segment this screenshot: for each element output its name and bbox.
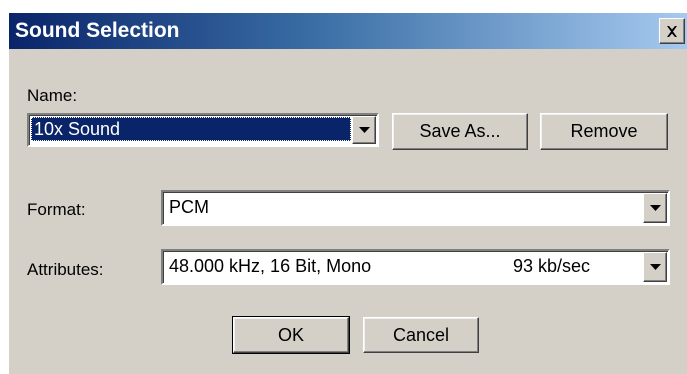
chevron-down-icon <box>649 199 661 217</box>
format-value: PCM <box>169 197 209 217</box>
attributes-label: Attributes: <box>27 260 104 279</box>
format-combobox[interactable]: PCM <box>161 190 670 226</box>
chevron-down-icon <box>649 258 661 276</box>
title-bar[interactable]: Sound Selection <box>9 13 687 49</box>
attributes-bitrate: 93 kb/sec <box>513 256 591 276</box>
remove-button[interactable]: Remove <box>540 113 668 150</box>
save-as-button[interactable]: Save As... <box>392 113 528 150</box>
chevron-down-icon <box>358 121 370 139</box>
format-dropdown-button[interactable] <box>643 193 667 223</box>
name-combobox[interactable]: 10x Sound <box>27 113 379 147</box>
attributes-dropdown-button[interactable] <box>643 252 667 282</box>
attributes-value: 48.000 kHz, 16 Bit, Mono <box>169 256 372 276</box>
close-icon <box>666 25 678 37</box>
format-label: Format: <box>27 200 86 219</box>
sound-selection-dialog: Sound Selection Name: 10x Sound Save As.… <box>8 12 687 374</box>
attributes-combobox[interactable]: 48.000 kHz, 16 Bit, Mono 93 kb/sec <box>161 249 670 285</box>
window-title: Sound Selection <box>15 19 180 42</box>
name-label: Name: <box>27 86 78 105</box>
name-dropdown-button[interactable] <box>352 116 376 144</box>
close-button[interactable] <box>659 18 685 44</box>
name-selected-value: 10x Sound <box>31 117 351 141</box>
cancel-button[interactable]: Cancel <box>363 317 479 353</box>
ok-button[interactable]: OK <box>232 316 350 354</box>
